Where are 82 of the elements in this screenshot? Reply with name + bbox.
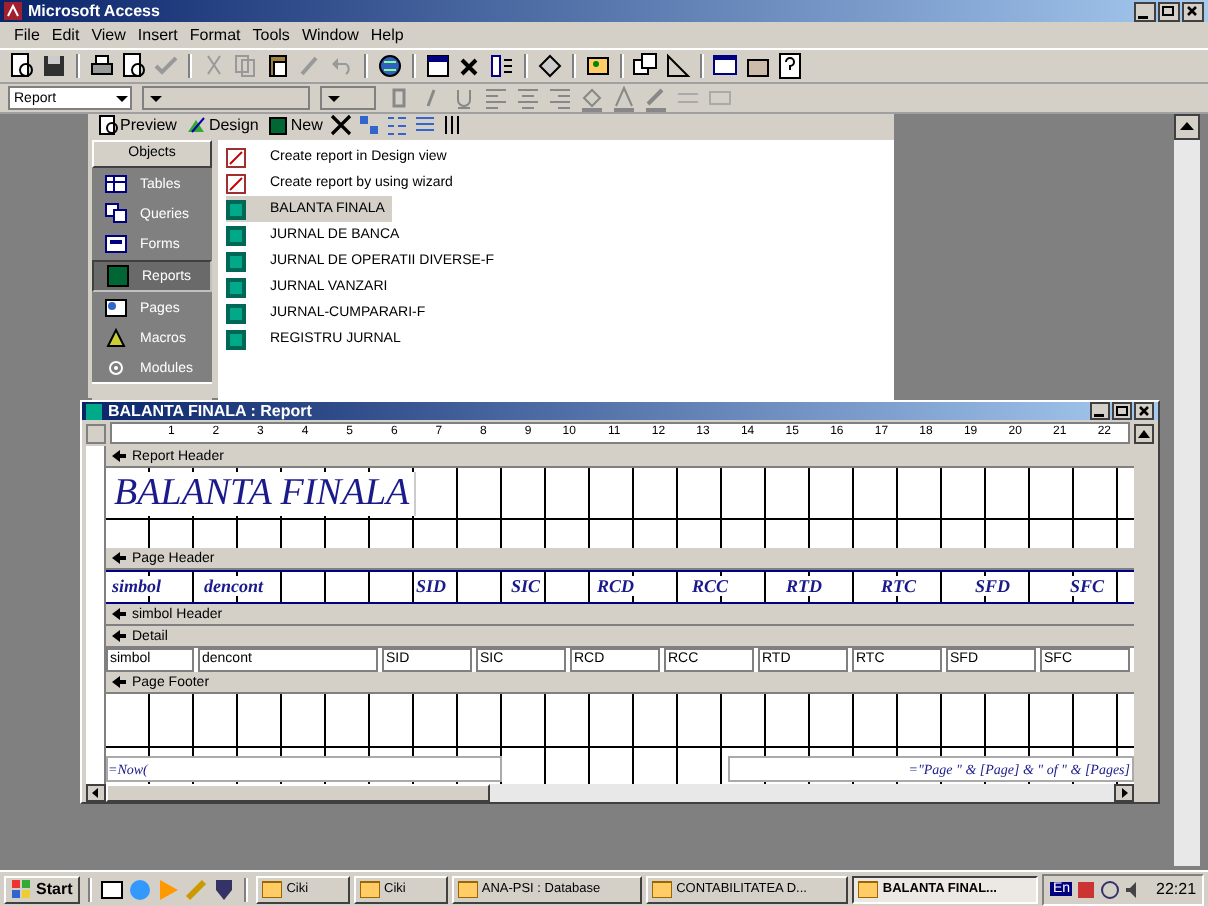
triangle-ruler-icon[interactable] (664, 52, 692, 80)
column-label: RTC (876, 574, 920, 600)
vertical-scrollbar[interactable] (1174, 114, 1200, 866)
check-icon[interactable] (152, 52, 180, 80)
object-type-icon (104, 356, 128, 380)
font-color-icon[interactable] (610, 84, 638, 112)
ruler-corner-button[interactable] (86, 423, 106, 443)
help-icon[interactable] (776, 52, 804, 80)
section-marker-icon (110, 606, 128, 622)
line-color-icon[interactable] (642, 84, 670, 112)
minimize-button[interactable] (1090, 402, 1110, 420)
section-marker-icon (110, 550, 128, 566)
design-button[interactable]: Design (184, 114, 261, 136)
window-title: Microsoft Access (28, 2, 160, 20)
column-label: RCC (687, 574, 732, 600)
page-magnifier-icon[interactable] (8, 52, 36, 80)
column-label: SFD (970, 574, 1014, 600)
maximize-button[interactable] (1112, 402, 1132, 420)
details-view-icon[interactable] (442, 114, 465, 136)
scroll-up-button[interactable] (1134, 423, 1154, 443)
delete-icon[interactable] (330, 114, 353, 136)
column-label: dencont (200, 574, 268, 600)
picture-icon[interactable] (584, 52, 612, 80)
object-type-icon (104, 296, 128, 320)
wand-icon (226, 147, 246, 167)
object-type-icon (104, 326, 128, 350)
page-magnifier-icon[interactable] (120, 52, 148, 80)
close-button[interactable] (1134, 402, 1154, 420)
column-label: simbol (108, 574, 166, 600)
minimize-button[interactable] (1134, 1, 1156, 21)
column-label: RTD (782, 574, 826, 600)
folder-icon (652, 880, 673, 898)
menu-item[interactable]: Edit (45, 26, 86, 44)
windows-flag-icon (12, 880, 32, 898)
large-icons-view-icon[interactable] (358, 114, 381, 136)
menu-item[interactable]: Help (364, 26, 410, 44)
list-icon[interactable] (488, 52, 516, 80)
menu-item[interactable]: Tools (246, 26, 296, 44)
folder-icon (360, 880, 381, 898)
section-marker-icon (110, 674, 128, 690)
menu-item[interactable]: Format (183, 26, 247, 44)
printer-icon[interactable] (88, 52, 116, 80)
column-label: RCD (592, 574, 638, 600)
menu-item[interactable]: View (85, 26, 132, 44)
menu-item[interactable]: File (8, 26, 46, 44)
wand-icon (226, 173, 246, 193)
shield-icon[interactable] (212, 877, 237, 901)
windows-icon[interactable] (632, 52, 660, 80)
tray-icon[interactable] (1076, 879, 1096, 899)
report-title-label: BALANTA FINALA (110, 472, 416, 516)
start-button[interactable]: Start (4, 875, 81, 903)
desktop-icon[interactable] (100, 877, 125, 901)
scrollbar-thumb[interactable] (106, 784, 490, 802)
clipboard-icon[interactable] (264, 52, 292, 80)
menu-item[interactable]: Window (295, 26, 365, 44)
folder-icon (457, 880, 478, 898)
section-marker-icon (110, 448, 128, 464)
preview-button[interactable]: Preview (96, 114, 179, 136)
globe-icon[interactable] (376, 52, 404, 80)
scroll-left-button[interactable] (86, 784, 106, 802)
report-icon (86, 403, 102, 419)
report-window-title: BALANTA FINALA : Report (108, 402, 312, 420)
windows-icon[interactable] (712, 52, 740, 80)
diamond-icon[interactable] (536, 52, 564, 80)
list-view-icon[interactable] (414, 114, 437, 136)
folder-icon (858, 880, 879, 898)
small-icons-view-icon[interactable] (386, 114, 409, 136)
maximize-button[interactable] (1158, 1, 1180, 21)
window-icon[interactable] (424, 52, 452, 80)
object-type-icon (104, 172, 128, 196)
object-type-icon (104, 202, 128, 226)
object-type-icon (106, 264, 130, 288)
clock: 22:21 (1156, 880, 1197, 898)
scroll-right-button[interactable] (1114, 784, 1134, 802)
network-icon[interactable] (1100, 879, 1120, 899)
close-button[interactable] (1182, 1, 1204, 21)
column-label: SFC (1065, 574, 1108, 600)
section-marker-icon (110, 628, 128, 644)
folder-icon (262, 880, 283, 898)
menu-item[interactable]: Insert (131, 26, 184, 44)
new-button[interactable]: New (266, 114, 325, 136)
object-type-icon (104, 232, 128, 256)
